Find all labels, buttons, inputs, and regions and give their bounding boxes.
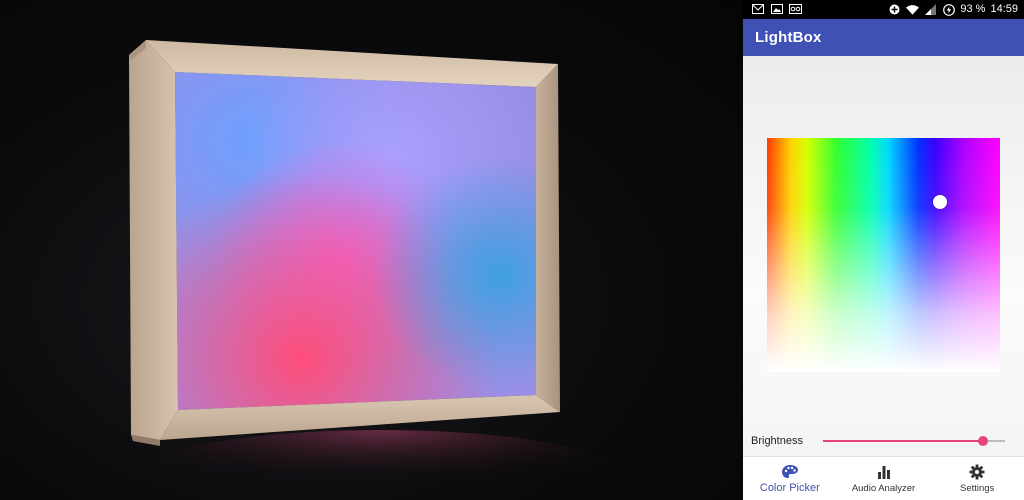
brightness-slider-thumb[interactable]	[978, 436, 989, 446]
nav-label: Audio Analyzer	[851, 483, 916, 494]
color-picker-screen: Brightness	[743, 56, 1024, 456]
brightness-slider[interactable]	[823, 436, 1005, 446]
app-bar: LightBox	[743, 19, 1024, 56]
brightness-label: Brightness	[751, 435, 803, 447]
lightbox-illustration	[129, 40, 610, 500]
status-bar: 93 % 14:59	[743, 0, 1024, 19]
battery-percent: 93 %	[960, 3, 986, 15]
palette-icon	[781, 464, 799, 480]
app-title: LightBox	[755, 29, 822, 46]
color-picker-area[interactable]	[767, 138, 1000, 372]
bar-chart-icon	[875, 464, 893, 480]
nav-color-picker[interactable]: Color Picker	[743, 457, 837, 500]
phone-screen: 93 % 14:59 LightBox Brightness Color Pic…	[743, 0, 1024, 500]
clock: 14:59	[990, 3, 1018, 15]
add-circle-icon	[888, 4, 901, 16]
gallery-icon	[770, 3, 783, 15]
wifi-icon	[906, 4, 920, 16]
product-photo	[0, 0, 743, 500]
nav-settings[interactable]: Settings	[930, 457, 1024, 500]
gmail-icon	[751, 3, 764, 15]
nav-audio-analyzer[interactable]: Audio Analyzer	[837, 457, 931, 500]
signal-icon	[924, 4, 937, 16]
voicemail-icon	[789, 3, 802, 15]
nav-label: Color Picker	[759, 482, 820, 494]
nav-label: Settings	[960, 483, 995, 494]
brightness-slider-fill	[823, 440, 984, 442]
battery-charging-icon	[942, 3, 955, 16]
brightness-row: Brightness	[743, 426, 1024, 456]
color-picker-handle[interactable]	[933, 195, 947, 209]
saturation-overlay	[767, 138, 1000, 372]
gear-icon	[968, 464, 986, 480]
bottom-navigation: Color Picker Audio Analyzer Settings	[743, 456, 1024, 500]
